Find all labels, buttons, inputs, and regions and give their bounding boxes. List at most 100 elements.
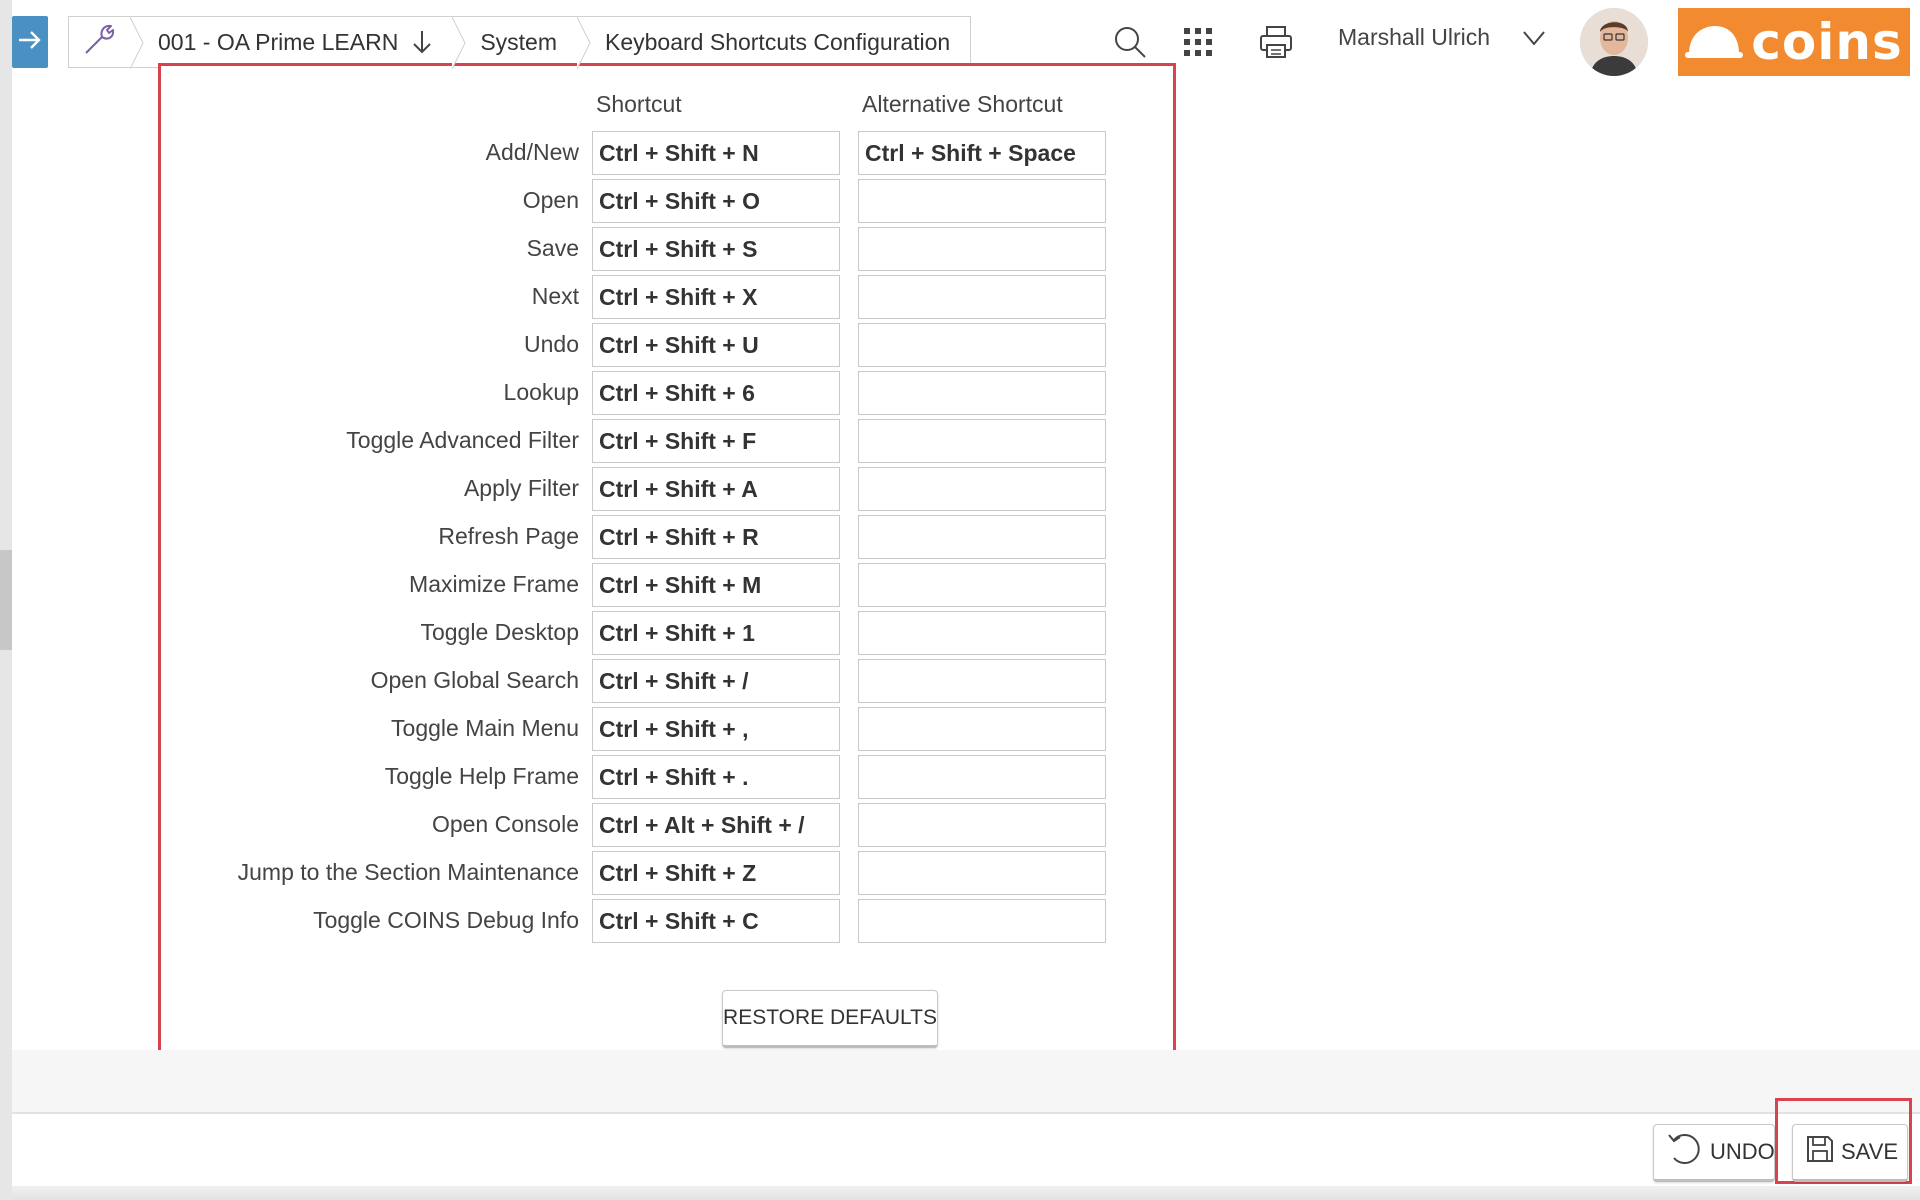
shortcut-field[interactable]: Ctrl + Shift + N	[592, 131, 840, 175]
alternative-shortcut-field[interactable]: Ctrl + Shift + Space	[858, 131, 1106, 175]
user-name[interactable]: Marshall Ulrich	[1338, 24, 1490, 51]
alternative-shortcut-field[interactable]	[858, 659, 1106, 703]
shortcut-row: Toggle Advanced Filter Ctrl + Shift + F	[161, 419, 1173, 463]
column-header-alternative: Alternative Shortcut	[862, 91, 1063, 117]
breadcrumb-company[interactable]: 001 - OA Prime LEARN	[130, 16, 466, 69]
floppy-disk-icon	[1805, 1134, 1835, 1170]
undo-label: UNDO	[1710, 1139, 1775, 1164]
shortcut-field[interactable]: Ctrl + Shift + ,	[592, 707, 840, 751]
shortcut-row: Toggle Desktop Ctrl + Shift + 1	[161, 611, 1173, 655]
bottom-edge	[12, 1186, 1920, 1200]
alternative-shortcut-field[interactable]	[858, 755, 1106, 799]
shortcut-action-label: Toggle Help Frame	[384, 763, 579, 789]
shortcut-row: Next Ctrl + Shift + X	[161, 275, 1173, 319]
undo-button[interactable]: UNDO	[1653, 1124, 1775, 1182]
alternative-shortcut-field[interactable]	[858, 803, 1106, 847]
shortcut-field[interactable]: Ctrl + Shift + /	[592, 659, 840, 703]
shortcut-row: Save Ctrl + Shift + S	[161, 227, 1173, 271]
shortcut-row: Undo Ctrl + Shift + U	[161, 323, 1173, 367]
shortcut-field[interactable]: Ctrl + Shift + X	[592, 275, 840, 319]
shortcut-field[interactable]: Ctrl + Shift + M	[592, 563, 840, 607]
shortcut-action-label: Toggle COINS Debug Info	[313, 907, 579, 933]
logo-text: coins	[1751, 13, 1903, 71]
left-gutter	[0, 0, 12, 1200]
arrow-right-icon	[17, 27, 43, 58]
shortcut-row: Lookup Ctrl + Shift + 6	[161, 371, 1173, 415]
shortcut-row: Refresh Page Ctrl + Shift + R	[161, 515, 1173, 559]
shortcut-action-label: Toggle Desktop	[420, 619, 579, 645]
main-menu-toggle-button[interactable]	[12, 16, 48, 68]
column-header-shortcut: Shortcut	[596, 91, 682, 117]
breadcrumb-page[interactable]: Keyboard Shortcuts Configuration	[577, 16, 972, 68]
alternative-shortcut-field[interactable]	[858, 179, 1106, 223]
shortcut-row: Open Console Ctrl + Alt + Shift + /	[161, 803, 1173, 847]
left-scroll-handle[interactable]	[0, 550, 12, 650]
shortcut-field[interactable]: Ctrl + Shift + C	[592, 899, 840, 943]
shortcut-field[interactable]: Ctrl + Shift + Z	[592, 851, 840, 895]
shortcut-field[interactable]: Ctrl + Shift + A	[592, 467, 840, 511]
avatar[interactable]	[1580, 8, 1648, 76]
shortcut-field[interactable]: Ctrl + Shift + O	[592, 179, 840, 223]
content-bottom-band	[12, 1050, 1920, 1112]
hardhat-icon	[1685, 22, 1744, 63]
alternative-shortcut-field[interactable]	[858, 323, 1106, 367]
alternative-shortcut-field[interactable]	[858, 275, 1106, 319]
shortcut-action-label: Save	[526, 235, 579, 261]
shortcut-field[interactable]: Ctrl + Shift + S	[592, 227, 840, 271]
shortcut-action-label: Toggle Advanced Filter	[346, 427, 579, 453]
apps-button[interactable]	[1182, 20, 1214, 64]
shortcut-action-label: Add/New	[485, 139, 579, 165]
shortcut-field[interactable]: Ctrl + Shift + F	[592, 419, 840, 463]
shortcut-action-label: Open Console	[431, 811, 579, 837]
undo-icon	[1666, 1132, 1704, 1172]
alternative-shortcut-field[interactable]	[858, 851, 1106, 895]
alternative-shortcut-field[interactable]	[858, 707, 1106, 751]
print-button[interactable]	[1258, 20, 1294, 64]
alternative-shortcut-field[interactable]	[858, 467, 1106, 511]
footer-toolbar	[12, 1114, 1920, 1192]
shortcut-row: Apply Filter Ctrl + Shift + A	[161, 467, 1173, 511]
shortcut-row: Jump to the Section Maintenance Ctrl + Sh…	[161, 851, 1173, 895]
shortcut-field[interactable]: Ctrl + Shift + 1	[592, 611, 840, 655]
alternative-shortcut-field[interactable]	[858, 371, 1106, 415]
shortcut-action-label: Apply Filter	[463, 475, 579, 501]
shortcut-action-label: Refresh Page	[438, 523, 579, 549]
shortcut-row: Open Ctrl + Shift + O	[161, 179, 1173, 223]
alternative-shortcut-field[interactable]	[858, 419, 1106, 463]
shortcut-action-label: Open	[522, 187, 579, 213]
shortcut-field[interactable]: Ctrl + Shift + .	[592, 755, 840, 799]
breadcrumb-module-label: System	[480, 28, 557, 55]
shortcut-field[interactable]: Ctrl + Shift + 6	[592, 371, 840, 415]
printer-icon	[1258, 24, 1294, 60]
shortcut-action-label: Lookup	[503, 379, 579, 405]
alternative-shortcut-field[interactable]	[858, 515, 1106, 559]
shortcut-row: Toggle COINS Debug Info Ctrl + Shift + C	[161, 899, 1173, 943]
shortcut-action-label: Next	[531, 283, 579, 309]
tools-button[interactable]	[68, 16, 144, 69]
shortcut-field[interactable]: Ctrl + Shift + U	[592, 323, 840, 367]
shortcut-row: Open Global Search Ctrl + Shift + /	[161, 659, 1173, 703]
coins-logo: coins	[1678, 8, 1910, 76]
restore-defaults-button[interactable]: RESTORE DEFAULTS	[722, 990, 938, 1048]
alternative-shortcut-field[interactable]	[858, 563, 1106, 607]
chevron-down-icon[interactable]	[1522, 30, 1546, 51]
breadcrumb-separator	[452, 17, 466, 69]
arrow-down-icon[interactable]	[412, 29, 432, 55]
search-button[interactable]	[1112, 20, 1148, 64]
save-button[interactable]: SAVE	[1792, 1124, 1908, 1182]
alternative-shortcut-field[interactable]	[858, 899, 1106, 943]
shortcut-field[interactable]: Ctrl + Shift + R	[592, 515, 840, 559]
shortcut-action-label: Toggle Main Menu	[391, 715, 579, 741]
shortcut-row: Add/New Ctrl + Shift + N Ctrl + Shift + Sp…	[161, 131, 1173, 175]
alternative-shortcut-field[interactable]	[858, 227, 1106, 271]
alternative-shortcut-field[interactable]	[858, 611, 1106, 655]
shortcut-row: Toggle Help Frame Ctrl + Shift + .	[161, 755, 1173, 799]
shortcut-field[interactable]: Ctrl + Alt + Shift + /	[592, 803, 840, 847]
breadcrumb-module[interactable]: System	[452, 16, 591, 69]
breadcrumb-separator	[577, 17, 591, 69]
breadcrumb-separator	[130, 17, 144, 69]
shortcut-action-label: Jump to the Section Maintenance	[237, 859, 579, 885]
shortcut-action-label: Maximize Frame	[409, 571, 579, 597]
wrench-icon	[82, 21, 118, 63]
breadcrumb-page-label: Keyboard Shortcuts Configuration	[605, 28, 951, 55]
